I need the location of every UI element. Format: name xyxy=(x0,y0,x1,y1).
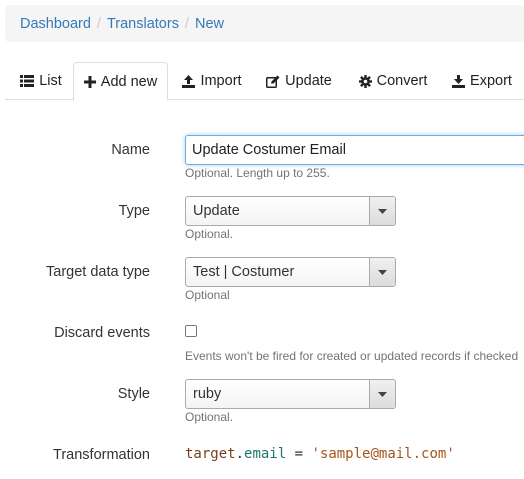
transformation-label: Transformation xyxy=(53,447,150,463)
breadcrumb: Dashboard / Translators / New xyxy=(5,5,524,42)
code-property: email xyxy=(244,446,287,462)
tab-convert[interactable]: Convert xyxy=(351,62,435,100)
transformation-code-editor[interactable]: target.email = 'sample@mail.com' xyxy=(185,446,455,462)
type-select[interactable]: Update xyxy=(185,196,396,226)
discard-events-label: Discard events xyxy=(54,325,150,341)
chevron-down-icon xyxy=(369,197,395,225)
style-help: Optional. xyxy=(185,410,234,424)
target-data-type-label: Target data type xyxy=(46,264,150,280)
tab-export[interactable]: Export xyxy=(444,62,520,100)
tab-add-new[interactable]: Add new xyxy=(73,62,168,101)
breadcrumb-translators[interactable]: Translators xyxy=(107,16,179,32)
name-label: Name xyxy=(111,142,150,158)
name-input[interactable] xyxy=(185,135,524,165)
discard-events-help: Events won't be fired for created or upd… xyxy=(185,349,519,363)
tab-update[interactable]: Update xyxy=(258,62,340,100)
target-data-type-select[interactable]: Test | Costumer xyxy=(185,257,396,287)
name-help: Optional. Length up to 255. xyxy=(185,166,330,180)
breadcrumb-separator: / xyxy=(184,15,189,32)
edit-icon xyxy=(266,75,280,88)
target-data-type-help: Optional xyxy=(185,288,230,302)
tab-import-label: Import xyxy=(200,73,242,89)
target-data-type-value: Test | Costumer xyxy=(193,264,295,280)
plus-icon xyxy=(83,75,96,88)
code-object: target xyxy=(185,446,236,462)
tab-import[interactable]: Import xyxy=(173,62,251,100)
tab-list[interactable]: List xyxy=(11,62,71,100)
list-icon xyxy=(20,75,35,87)
tab-add-new-label: Add new xyxy=(100,73,158,90)
type-select-value: Update xyxy=(193,203,240,219)
upload-icon xyxy=(182,74,196,88)
type-help: Optional. xyxy=(185,227,234,241)
download-icon xyxy=(452,74,466,88)
code-string: 'sample@mail.com' xyxy=(311,446,455,462)
code-dot: . xyxy=(235,446,245,462)
discard-events-checkbox[interactable] xyxy=(185,325,197,337)
tab-convert-label: Convert xyxy=(376,73,428,89)
style-select[interactable]: ruby xyxy=(185,379,396,409)
chevron-down-icon xyxy=(369,258,395,286)
tab-export-label: Export xyxy=(470,73,512,89)
gear-icon xyxy=(358,74,372,88)
tab-list-label: List xyxy=(39,73,62,89)
style-label: Style xyxy=(117,386,150,402)
action-tabs: List Add new Import Update Convert Expor… xyxy=(5,62,524,101)
style-select-value: ruby xyxy=(193,386,222,402)
code-operator: = xyxy=(286,446,312,462)
breadcrumb-new[interactable]: New xyxy=(195,16,224,32)
type-label: Type xyxy=(118,203,150,219)
breadcrumb-dashboard[interactable]: Dashboard xyxy=(20,16,91,32)
breadcrumb-separator: / xyxy=(96,15,101,32)
chevron-down-icon xyxy=(369,380,395,408)
tab-update-label: Update xyxy=(285,73,332,89)
